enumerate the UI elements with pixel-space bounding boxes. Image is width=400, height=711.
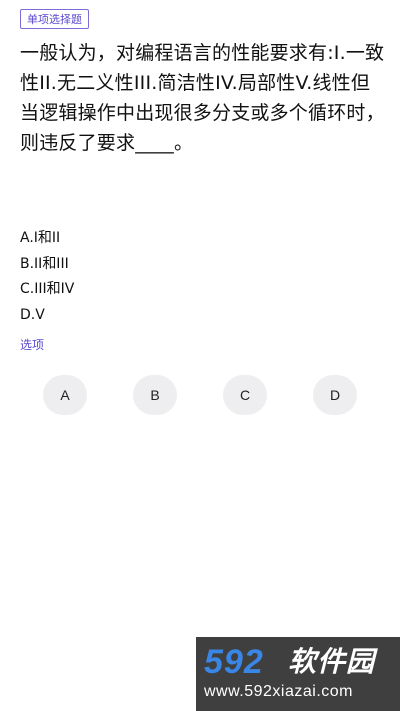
option-a: A.I和II xyxy=(20,230,61,246)
answer-button-c[interactable]: C xyxy=(223,375,267,415)
answer-button-a[interactable]: A xyxy=(43,375,87,415)
watermark-brand: 软件园 xyxy=(288,645,376,678)
question-text: 一般认为，对编程语言的性能要求有:I.一致性II.无二义性III.简洁性IV.局… xyxy=(20,42,385,154)
watermark-logo: 592 xyxy=(204,643,264,681)
site-watermark: 592 软件园 www.592xiazai.com xyxy=(196,637,400,711)
choice-section-label: 选项 xyxy=(20,338,45,352)
option-b: B.II和III xyxy=(20,255,69,272)
answer-button-b[interactable]: B xyxy=(133,375,177,415)
options-list: A.I和II B.II和III C.III和IV D.V xyxy=(20,226,74,328)
answer-button-d[interactable]: D xyxy=(313,375,357,415)
option-c: C.III和IV xyxy=(20,281,75,297)
watermark-url: www.592xiazai.com xyxy=(204,683,353,700)
option-d: D.V xyxy=(20,306,45,323)
answer-buttons: A B C D xyxy=(0,375,400,415)
question-type-badge: 单项选择题 xyxy=(20,9,89,29)
